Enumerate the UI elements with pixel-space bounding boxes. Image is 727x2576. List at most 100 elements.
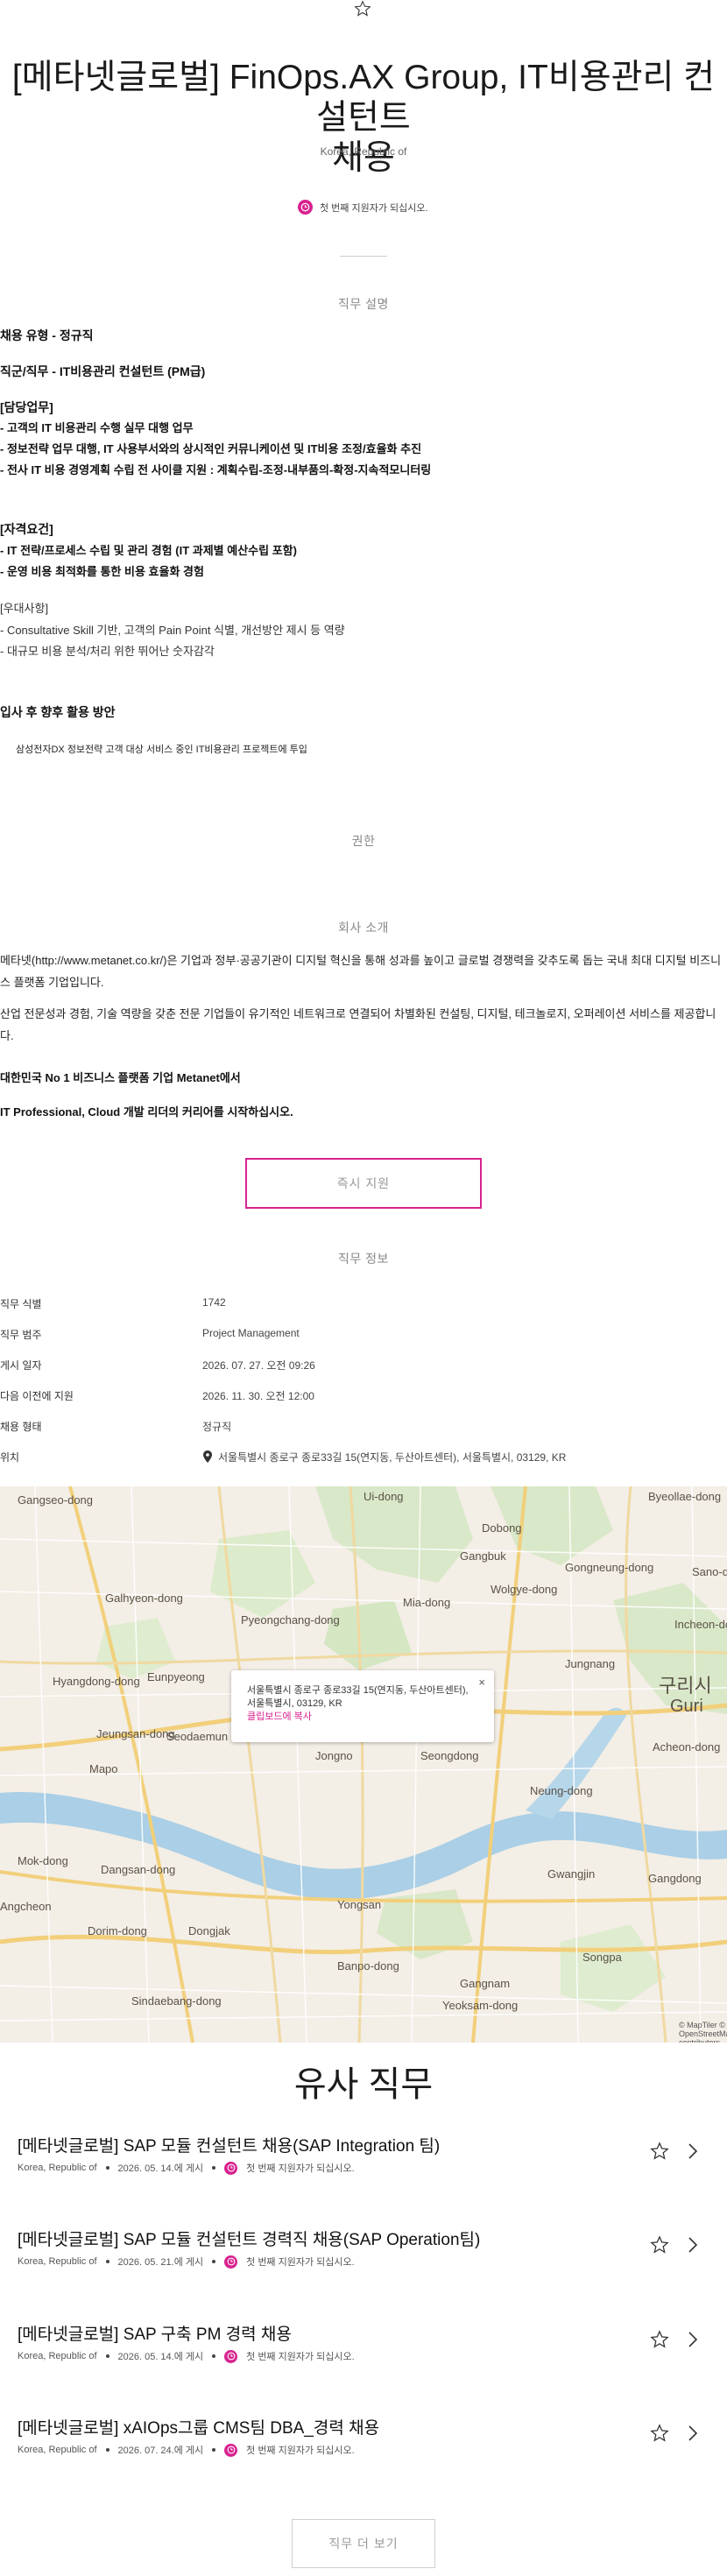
employment-type-value: 정규직: [202, 1421, 232, 1433]
map-label: Guri: [670, 1697, 703, 1716]
clock-icon: [224, 2255, 238, 2269]
location-address: 서울특별시 종로구 종로33길 15(연지동, 두산아트센터), 서울특별시, …: [218, 1451, 567, 1464]
similar-job-location: Korea, Republic of: [18, 2351, 97, 2361]
clock-icon: [224, 2349, 238, 2363]
map-label: Neung-dong: [530, 1784, 593, 1797]
requirement-item: - IT 전략/프로세스 수립 및 관리 경험 (IT 과제별 예산수립 포함): [0, 544, 297, 557]
map-label: Acheon-dong: [653, 1740, 721, 1754]
star-icon[interactable]: [650, 2424, 669, 2443]
map-label: 구리시: [659, 1675, 712, 1697]
similar-job-item[interactable]: [메타넷글로벌] SAP 모듈 컨설턴트 경력직 채용(SAP Operatio…: [18, 2227, 709, 2305]
separator-dot: [105, 2166, 109, 2170]
map-label: Banpo-dong: [337, 1959, 399, 1973]
similar-job-title[interactable]: [메타넷글로벌] xAIOps그룹 CMS팀 DBA_경력 채용: [18, 2415, 379, 2438]
similar-job-title[interactable]: [메타넷글로벌] SAP 모듈 컨설턴트 채용(SAP Integration …: [18, 2133, 440, 2156]
clock-icon: [298, 200, 313, 215]
map-label: Gongneung-dong: [565, 1561, 654, 1574]
similar-job-first-applicant: 첫 번째 지원자가 되십시오.: [246, 2352, 355, 2362]
map-label: Yeoksam-dong: [442, 1999, 519, 2012]
similar-job-item[interactable]: [메타넷글로벌] SAP 모듈 컨설턴트 채용(SAP Integration …: [18, 2133, 709, 2212]
map-popup: × 서울특별시 종로구 종로33길 15(연지동, 두산아트센터), 서울특별시…: [231, 1670, 494, 1742]
map-label: Sano-dong: [692, 1565, 727, 1578]
star-icon[interactable]: [650, 2330, 669, 2349]
first-applicant-badge: 첫 번째 지원자가 되십시오.: [298, 200, 428, 215]
star-icon[interactable]: [650, 2235, 669, 2255]
map-label: Jeungsan-dong: [96, 1727, 175, 1740]
location-value: 서울특별시 종로구 종로33길 15(연지동, 두산아트센터), 서울특별시, …: [202, 1450, 566, 1464]
clock-icon: [224, 2161, 238, 2175]
employment-type: 채용 유형 - 정규직: [0, 328, 94, 342]
separator-dot: [105, 2448, 109, 2452]
similar-job-title[interactable]: [메타넷글로벌] SAP 구축 PM 경력 채용: [18, 2321, 292, 2345]
map-label: Angcheon: [0, 1900, 52, 1913]
star-icon[interactable]: [650, 2142, 669, 2161]
similar-job-meta: Korea, Republic of 2026. 07. 24.에 게시 첫 번째 …: [18, 2443, 355, 2457]
map-label: Seodaemun: [166, 1730, 229, 1743]
job-id-value: 1742: [202, 1296, 226, 1309]
job-category: 직군/직무 - IT비용관리 컨설턴트 (PM급): [0, 364, 206, 378]
apply-now-button[interactable]: 즉시 지원: [245, 1158, 482, 1209]
job-location: Korea, Republic of: [320, 145, 407, 158]
company-paragraph: 산업 전문성과 경험, 기술 역량을 갖춘 전문 기업들이 유기적인 네트워크로…: [0, 1007, 716, 1042]
map-label: Gwangjin: [547, 1867, 596, 1881]
location-label: 위치: [0, 1451, 20, 1464]
chevron-right-icon[interactable]: [687, 2142, 699, 2161]
map-label: Incheon-dong: [674, 1618, 727, 1631]
similar-job-first-applicant: 첫 번째 지원자가 되십시오.: [246, 2445, 355, 2456]
map-label: Ui-dong: [364, 1490, 404, 1503]
map-label: Jongno: [315, 1749, 353, 1762]
similar-job-posted: 2026. 05. 14.에 게시: [117, 2163, 204, 2174]
chevron-right-icon[interactable]: [687, 2330, 699, 2349]
location-map[interactable]: Gangseo-dong Ui-dong Byeollae-dong Galhy…: [0, 1486, 727, 2043]
similar-job-posted: 2026. 05. 21.에 게시: [117, 2257, 204, 2268]
similar-job-meta: Korea, Republic of 2026. 05. 14.에 게시 첫 번째 …: [18, 2161, 355, 2175]
apply-before-label: 다음 이전에 지원: [0, 1390, 74, 1402]
clock-icon: [224, 2443, 238, 2457]
duty-item: - 정보전략 업무 대행, IT 사용부서와의 상시적인 커뮤니케이션 및 IT…: [0, 442, 422, 455]
separator-dot: [212, 2260, 216, 2263]
map-label: Dobong: [482, 1521, 522, 1535]
copy-to-clipboard-link[interactable]: 클립보드에 복사: [247, 1711, 478, 1724]
map-label: Mia-dong: [403, 1596, 451, 1609]
popup-address-line: 서울특별시, 03129, KR: [247, 1698, 342, 1709]
map-label: Songpa: [582, 1951, 622, 1964]
similar-job-location: Korea, Republic of: [18, 2445, 97, 2455]
map-label: Mok-dong: [18, 1854, 68, 1867]
posted-date-label: 게시 일자: [0, 1359, 42, 1372]
job-description-heading: 직무 설명: [338, 297, 389, 311]
separator-dot: [105, 2354, 109, 2358]
similar-jobs-heading: 유사 직무: [293, 2065, 434, 2104]
job-info-heading: 직무 정보: [338, 1252, 389, 1266]
map-label: Dangsan-dong: [101, 1863, 176, 1876]
separator-dot: [212, 2448, 216, 2452]
similar-job-location: Korea, Republic of: [18, 2163, 97, 2173]
similar-job-item[interactable]: [메타넷글로벌] SAP 구축 PM 경력 채용 Korea, Republic …: [18, 2321, 709, 2400]
job-category-value: Project Management: [202, 1327, 300, 1339]
job-id-label: 직무 식별: [0, 1298, 42, 1310]
similar-job-first-applicant: 첫 번째 지원자가 되십시오.: [246, 2163, 355, 2174]
map-label: Dongjak: [188, 1924, 230, 1937]
chevron-right-icon[interactable]: [687, 2235, 699, 2255]
similar-job-location: Korea, Republic of: [18, 2256, 97, 2267]
star-icon[interactable]: [353, 0, 372, 18]
after-join-header: 입사 후 향후 활용 방안: [0, 705, 116, 719]
requirements-header: [자격요건]: [0, 522, 53, 536]
more-jobs-button[interactable]: 직무 더 보기: [292, 2519, 435, 2568]
chevron-right-icon[interactable]: [687, 2424, 699, 2443]
requirement-item: - 운영 비용 최적화를 통한 비용 효율화 경험: [0, 565, 204, 578]
map-label: Sindaebang-dong: [131, 1994, 222, 2008]
qualifications-heading: 권한: [351, 834, 376, 848]
preferred-item: - Consultative Skill 기반, 고객의 Pain Point …: [0, 624, 345, 637]
similar-job-meta: Korea, Republic of 2026. 05. 14.에 게시 첫 번째 …: [18, 2349, 355, 2363]
separator-dot: [212, 2354, 216, 2358]
job-title: [메타넷글로벌] FinOps.AX Group, IT비용관리 컨설턴트 채용: [11, 59, 716, 177]
similar-job-item[interactable]: [메타넷글로벌] xAIOps그룹 CMS팀 DBA_경력 채용 Korea, R…: [18, 2415, 709, 2494]
map-label: Yongsan: [337, 1898, 382, 1911]
similar-job-title[interactable]: [메타넷글로벌] SAP 모듈 컨설턴트 경력직 채용(SAP Operatio…: [18, 2227, 480, 2250]
map-pin-icon: [203, 1450, 212, 1463]
posted-date-value: 2026. 07. 27. 오전 09:26: [202, 1359, 315, 1372]
map-attribution: © MapTiler © OpenStreetMap contributors: [679, 2021, 727, 2043]
preferred-header: [우대사항]: [0, 602, 49, 615]
close-icon[interactable]: ×: [478, 1676, 485, 1689]
employment-type-label: 채용 형태: [0, 1421, 42, 1433]
